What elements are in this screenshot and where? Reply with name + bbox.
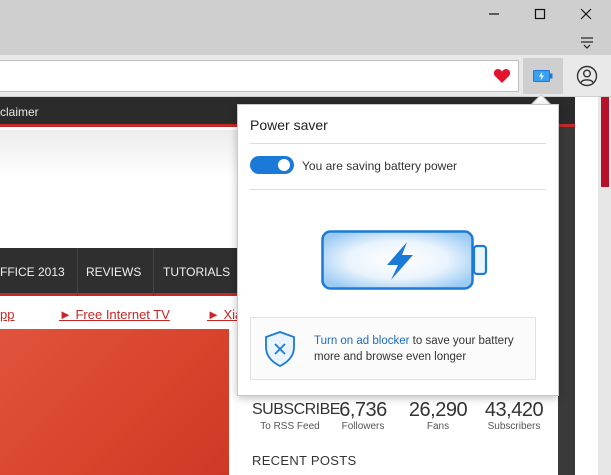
browser-toolbar bbox=[0, 55, 611, 97]
stat-subscribe[interactable]: SUBSCRIBE To RSS Feed bbox=[252, 400, 340, 436]
turn-on-ad-blocker-link[interactable]: Turn on ad blocker bbox=[314, 335, 409, 347]
power-saver-popup: Power saver You are saving battery power… bbox=[237, 104, 559, 396]
address-bar[interactable] bbox=[0, 60, 519, 92]
divider bbox=[250, 143, 546, 144]
maximize-button[interactable] bbox=[520, 4, 560, 24]
menu-icon bbox=[581, 37, 593, 49]
page-scrollbar[interactable] bbox=[598, 97, 611, 475]
nav-item-office-2013[interactable]: FFICE 2013 bbox=[0, 248, 78, 296]
scrollbar-thumb[interactable] bbox=[601, 97, 609, 187]
stat-value: SUBSCRIBE bbox=[252, 401, 340, 418]
favorite-button[interactable] bbox=[488, 62, 516, 90]
hero-image bbox=[0, 329, 229, 475]
browser-menu-button[interactable] bbox=[572, 32, 602, 52]
battery-charging-icon bbox=[321, 230, 488, 290]
profile-button[interactable] bbox=[572, 61, 602, 91]
minimize-button[interactable] bbox=[474, 4, 514, 24]
battery-icon bbox=[533, 70, 553, 82]
nav-item-reviews[interactable]: REVIEWS bbox=[74, 248, 155, 296]
popup-title: Power saver bbox=[250, 117, 328, 133]
close-button[interactable] bbox=[566, 4, 606, 24]
stat-value: 6,736 bbox=[339, 399, 387, 421]
power-saver-toggle[interactable] bbox=[250, 156, 294, 174]
title-bar bbox=[0, 0, 611, 55]
heart-icon bbox=[493, 69, 511, 83]
ad-blocker-text: Turn on ad blocker to save your battery … bbox=[314, 333, 534, 365]
stat-label: Fans bbox=[426, 421, 450, 432]
stat-fans[interactable]: 26,290 Fans bbox=[405, 400, 471, 436]
stat-label: To RSS Feed bbox=[260, 421, 320, 432]
top-nav-link[interactable]: claimer bbox=[0, 105, 39, 119]
sidebar-edge bbox=[558, 127, 575, 475]
profile-icon bbox=[576, 65, 598, 87]
maximize-icon bbox=[534, 8, 546, 20]
stat-subscribers[interactable]: 43,420 Subscribers bbox=[480, 400, 548, 436]
divider bbox=[250, 189, 546, 190]
stat-label: Subscribers bbox=[487, 421, 541, 432]
promo-link[interactable]: pp bbox=[0, 307, 14, 322]
stat-followers[interactable]: 6,736 Followers bbox=[335, 400, 391, 436]
promo-link[interactable]: ► Free Internet TV bbox=[59, 307, 170, 322]
recent-posts-heading: RECENT POSTS bbox=[252, 453, 357, 468]
stat-value: 43,420 bbox=[484, 399, 544, 421]
shield-icon bbox=[265, 331, 295, 368]
close-icon bbox=[580, 8, 592, 20]
stat-label: Followers bbox=[341, 421, 385, 432]
power-saver-button[interactable] bbox=[523, 58, 563, 94]
nav-item-tutorials[interactable]: TUTORIALS bbox=[151, 248, 244, 296]
toggle-knob bbox=[278, 159, 290, 171]
toggle-label: You are saving battery power bbox=[302, 159, 457, 173]
stat-value: 26,290 bbox=[408, 399, 468, 421]
ad-blocker-promo: Turn on ad blocker to save your battery … bbox=[250, 317, 536, 380]
minimize-icon bbox=[489, 13, 499, 15]
